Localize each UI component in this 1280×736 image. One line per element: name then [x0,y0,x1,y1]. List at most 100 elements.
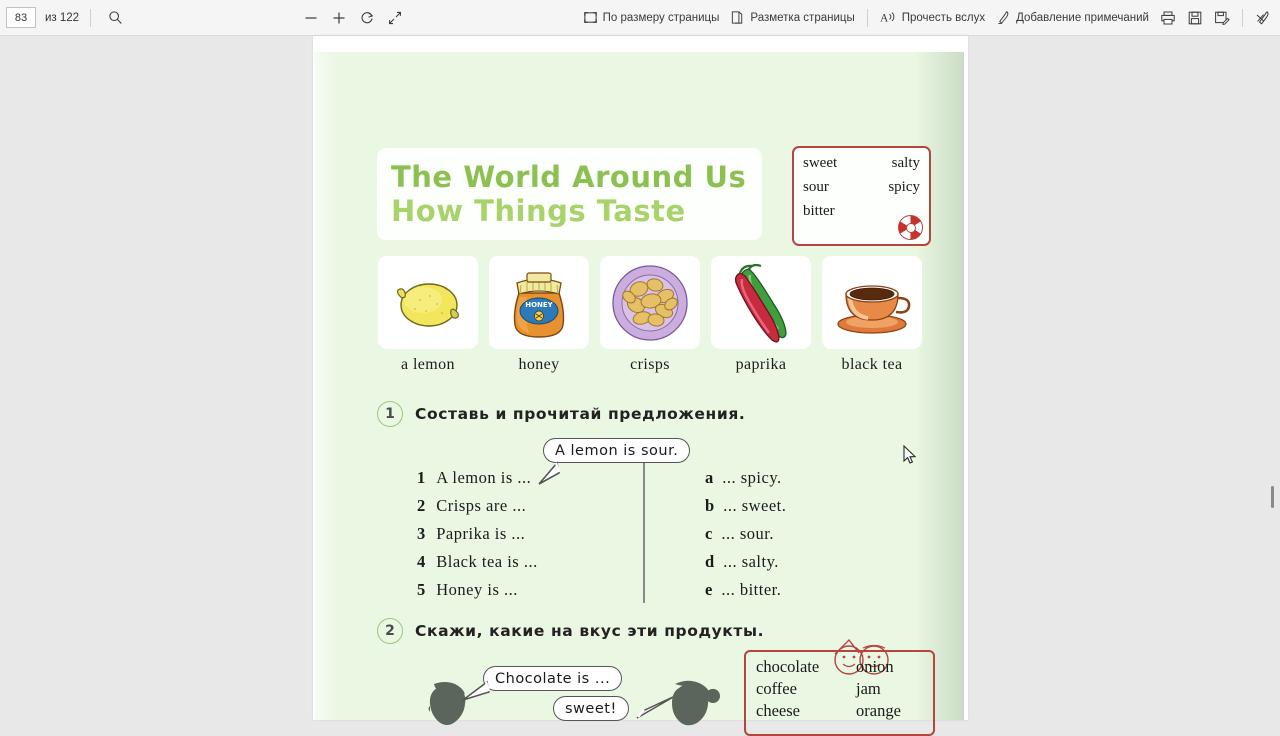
card-honey: HONEY [489,256,589,349]
read-aloud-button[interactable]: A Прочесть вслух [875,5,990,31]
minus-icon [303,10,319,26]
pair-right: c ... sour. [627,524,827,544]
save-as-button[interactable] [1209,5,1235,31]
dialog-bubble-right: sweet! [553,696,629,721]
taste-words-box: sweet salty sour spicy bitter [792,146,931,246]
exercise-1-pairs: 1 A lemon is ... a ... spicy. 2 Crisps a… [417,464,837,604]
pair-right: a ... spicy. [627,468,827,488]
dialog-bubble-left: Chocolate is ... [483,666,623,691]
taste-row: sour spicy [803,179,920,196]
highlighter-button[interactable] [1250,5,1276,31]
page-content: The World Around Us How Things Taste swe… [315,52,964,736]
dialog-bubble-left-tail-icon [462,680,491,701]
toolbar-right-group: По размеру страницы Разметка страницы A … [578,5,1280,31]
item-marker: 4 [417,552,426,571]
pdf-viewer-toolbar: из 122 [0,0,1280,36]
document-viewport[interactable]: The World Around Us How Things Taste swe… [0,36,1280,736]
item-marker: a [705,468,714,487]
pair-left: 2 Crisps are ... [417,496,627,516]
chili-peppers-icon [723,261,799,345]
rotate-icon [359,10,375,26]
card-label-crisps: crisps [630,356,670,373]
scrollbar-thumb[interactable] [1271,486,1274,508]
exercise-2-number: 2 [377,618,403,644]
page-total-label: из 122 [45,11,80,24]
save-button[interactable] [1182,5,1208,31]
page-title-line2: How Things Taste [391,194,686,228]
pair-right: d ... salty. [627,552,827,572]
item-text: ... sweet. [723,496,787,515]
exercise-1-heading: 1 Составь и прочитай предложения. [377,401,745,427]
zoom-in-button[interactable] [326,5,352,31]
lemon-icon [390,270,466,336]
girl-head-silhouette-icon [665,678,721,730]
search-button[interactable] [102,5,128,31]
print-button[interactable] [1155,5,1181,31]
taste-word: spicy [888,179,920,195]
zoom-out-button[interactable] [298,5,324,31]
taste-word: sour [803,179,829,195]
item-marker: b [705,496,715,515]
food-row: chocolate onion [756,657,923,677]
pair-right: e ... bitter. [627,580,827,600]
read-aloud-label: Прочесть вслух [901,11,986,24]
save-icon [1187,10,1203,26]
exercise-1-instruction: Составь и прочитай предложения. [415,405,746,423]
pair-row: 5 Honey is ... e ... bitter. [417,576,837,604]
exercise-1-number: 1 [377,401,403,427]
food-row: cheese orange [756,701,923,721]
card-paprika [711,256,811,349]
toolbar-divider-3 [1241,8,1243,27]
food-word: orange [856,701,901,720]
page-layout-label: Разметка страницы [750,11,855,24]
item-marker: 1 [417,468,426,487]
svg-text:HONEY: HONEY [525,301,553,309]
toolbar-divider-2 [866,8,868,27]
item-text: A lemon is ... [436,468,532,487]
item-text: Paprika is ... [436,524,526,543]
item-marker: c [705,524,713,543]
page-number-input[interactable] [6,7,36,28]
highlighter-pen-icon [1255,10,1271,26]
add-notes-button[interactable]: Добавление примечаний [991,5,1154,31]
page-layout-button[interactable]: Разметка страницы [725,5,859,31]
toolbar-center-group [298,5,408,31]
card-black-tea [822,256,922,349]
honey-jar-icon: HONEY [507,263,571,343]
collapse-arrows-icon [387,10,403,26]
pair-left: 1 A lemon is ... [417,468,627,488]
food-word: jam [856,679,881,698]
item-text: ... spicy. [722,468,782,487]
vertical-scrollbar[interactable] [1266,36,1280,720]
fit-page-button[interactable]: По размеру страницы [578,5,725,31]
taste-word: sweet [803,155,838,171]
card-label-honey: honey [518,356,560,373]
exercise-2-heading: 2 Скажи, какие на вкус эти продукты. [377,618,764,644]
collapse-button[interactable] [382,5,408,31]
pair-row: 4 Black tea is ... d ... salty. [417,548,837,576]
page-title-line1: The World Around Us [391,159,747,194]
item-marker: 5 [417,580,426,599]
exercise-2-instruction: Скажи, какие на вкус эти продукты. [415,622,765,640]
search-icon [108,10,123,25]
vocabulary-label-row: a lemon honey crisps paprika black tea [378,356,938,374]
item-marker: d [705,552,715,571]
add-notes-label: Добавление примечаний [1016,11,1149,24]
rotate-button[interactable] [354,5,380,31]
vocabulary-card-row: HONEY [378,256,938,349]
item-text: Black tea is ... [436,552,538,571]
pair-left: 5 Honey is ... [417,580,627,600]
svg-text:A: A [880,12,889,24]
plus-icon [331,10,347,26]
crisps-plate-icon [609,263,691,343]
taste-row: sweet salty [803,155,920,172]
fit-page-icon [583,10,598,25]
vocabulary-cards: HONEY a lemon honey crisps paprika black… [378,256,938,374]
toolbar-divider [90,8,92,27]
food-word: chocolate [756,657,820,676]
fit-page-label: По размеру страницы [602,11,720,24]
toolbar-left-group: из 122 [0,5,128,31]
save-as-icon [1214,10,1230,26]
item-marker: 3 [417,524,426,543]
card-lemon [378,256,478,349]
